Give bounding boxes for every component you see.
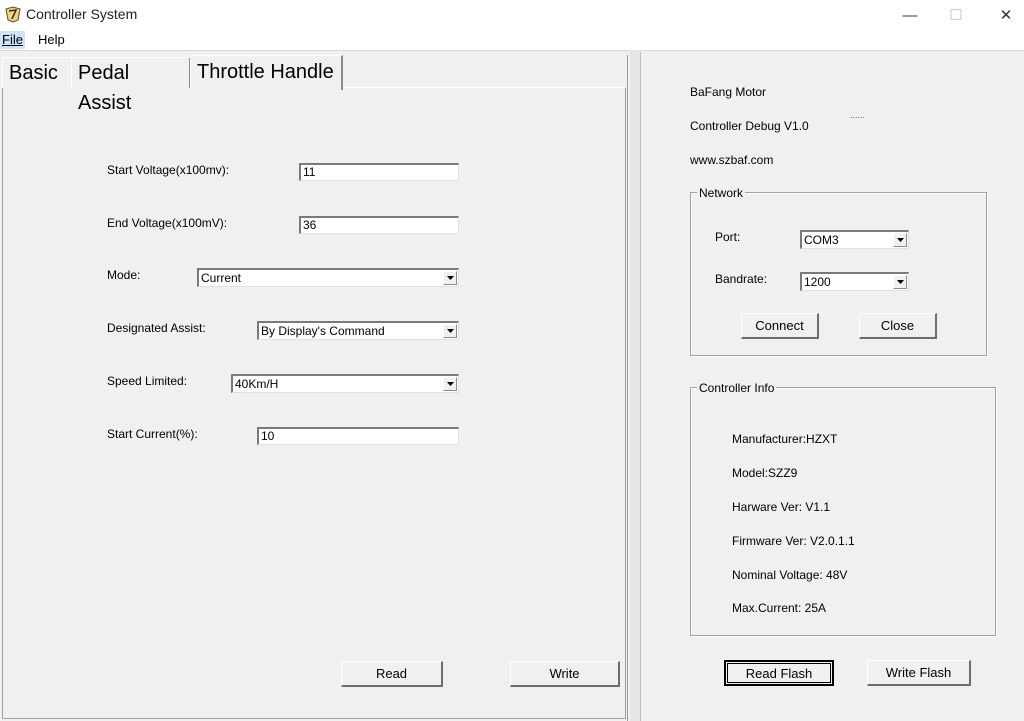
read-flash-button[interactable]: Read Flash (724, 660, 834, 686)
bandrate-select[interactable]: 1200 (800, 272, 909, 291)
write-flash-button[interactable]: Write Flash (867, 660, 971, 686)
chevron-down-icon[interactable] (893, 275, 907, 289)
tab-throttle-handle-label: Throttle Handle (197, 61, 334, 83)
end-voltage-label: End Voltage(x100mV): (107, 216, 228, 230)
model-label: Model:SZZ9 (732, 466, 798, 480)
connect-button[interactable]: Connect (741, 313, 819, 339)
panel-splitter[interactable] (630, 50, 640, 721)
designated-assist-select-value: By Display's Command (261, 324, 385, 338)
max-current-label: Max.Current: 25A (732, 601, 827, 615)
write-button[interactable]: Write (510, 661, 620, 687)
nominal-voltage-label: Nominal Voltage: 48V (732, 568, 848, 582)
tab-throttle-handle[interactable]: Throttle Handle (190, 55, 343, 90)
tab-basic-label: Basic (9, 62, 58, 84)
port-select[interactable]: COM3 (800, 230, 909, 249)
close-button[interactable]: ✕ (983, 0, 1024, 30)
minimize-button[interactable]: — (887, 0, 933, 30)
title-bar (0, 0, 1024, 30)
controller-info-group-title: Controller Info (697, 381, 777, 395)
bandrate-select-value: 1200 (804, 275, 831, 289)
chevron-down-icon[interactable] (443, 377, 457, 391)
tab-pedal-assist[interactable]: Pedal Assist (71, 57, 191, 114)
menu-file[interactable]: File (0, 31, 25, 49)
tab-basic[interactable]: Basic (2, 57, 73, 88)
speed-limited-select[interactable]: 40Km/H (231, 374, 459, 393)
mode-select-value: Current (201, 271, 242, 285)
start-voltage-label: Start Voltage(x100mv): (107, 163, 230, 177)
mode-label: Mode: (107, 268, 141, 282)
chevron-down-icon[interactable] (893, 233, 907, 247)
designated-assist-label: Designated Assist: (107, 321, 206, 335)
firmware-version-label: Firmware Ver: V2.0.1.1 (732, 534, 855, 548)
app-icon (4, 5, 22, 23)
website-label: www.szbaf.com (690, 153, 774, 167)
speed-limited-label: Speed Limited: (107, 374, 188, 388)
start-voltage-input[interactable]: 11 (299, 163, 459, 181)
tab-pedal-assist-label: Pedal Assist (78, 62, 132, 114)
speed-limited-select-value: 40Km/H (235, 377, 279, 391)
menu-help-label: Help (38, 32, 65, 47)
product-label: Controller Debug V1.0 (690, 119, 809, 133)
port-select-value: COM3 (804, 233, 839, 247)
tab-page-throttle-handle (2, 87, 626, 719)
mode-select[interactable]: Current (197, 268, 459, 287)
menu-file-label: File (2, 32, 23, 47)
end-voltage-input[interactable]: 36 (299, 216, 459, 234)
manufacturer-label: Manufacturer:HZXT (732, 432, 838, 446)
bandrate-label: Bandrate: (715, 272, 768, 286)
brand-label: BaFang Motor (690, 85, 767, 99)
start-current-label: Start Current(%): (107, 427, 198, 441)
network-group-title: Network (697, 186, 746, 200)
close-connection-button[interactable]: Close (859, 313, 937, 339)
start-current-input[interactable]: 10 (257, 427, 459, 445)
window-title: Controller System (26, 6, 138, 22)
port-label: Port: (715, 230, 741, 244)
designated-assist-select[interactable]: By Display's Command (257, 321, 459, 340)
read-button[interactable]: Read (341, 661, 443, 687)
chevron-down-icon[interactable] (443, 271, 457, 285)
maximize-button[interactable]: ☐ (933, 0, 979, 30)
menu-help[interactable]: Help (36, 31, 67, 49)
hardware-version-label: Harware Ver: V1.1 (732, 500, 831, 514)
dots-label: ...... (850, 110, 866, 120)
menu-bar (0, 30, 1024, 51)
chevron-down-icon[interactable] (443, 324, 457, 338)
